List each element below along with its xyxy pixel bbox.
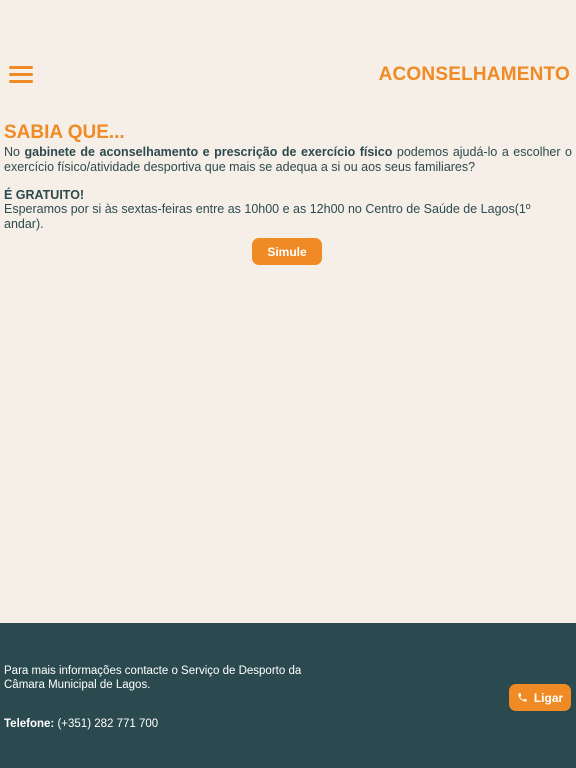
schedule-text: Esperamos por si às sextas-feiras entre … — [4, 202, 531, 231]
main-content: SABIA QUE... No gabinete de aconselhamen… — [4, 121, 572, 232]
footer: Para mais informações contacte o Serviço… — [0, 623, 576, 768]
phone-label: Telefone: — [4, 718, 55, 730]
page-title: ACONSELHAMENTO — [378, 64, 570, 85]
call-button-label: Ligar — [533, 690, 564, 705]
intro-prefix: No — [4, 145, 25, 159]
phone-number[interactable]: (+351) 282 771 700 — [54, 718, 158, 730]
free-info-block: É GRATUITO! Esperamos por si às sextas-f… — [4, 188, 572, 232]
free-title: É GRATUITO! — [4, 188, 85, 202]
footer-info-text: Para mais informações contacte o Serviço… — [4, 665, 302, 691]
call-button[interactable]: Ligar — [509, 684, 571, 711]
app-header: ACONSELHAMENTO — [0, 58, 576, 92]
intro-paragraph: No gabinete de aconselhamento e prescriç… — [4, 145, 572, 175]
simulate-button[interactable]: Simule — [252, 238, 322, 265]
hamburger-menu-icon[interactable] — [9, 66, 33, 86]
intro-bold-text: gabinete de aconselhamento e prescrição … — [24, 145, 393, 159]
phone-icon — [517, 692, 528, 703]
section-heading: SABIA QUE... — [4, 122, 125, 143]
footer-phone: Telefone: (+351) 282 771 700 — [4, 717, 158, 731]
